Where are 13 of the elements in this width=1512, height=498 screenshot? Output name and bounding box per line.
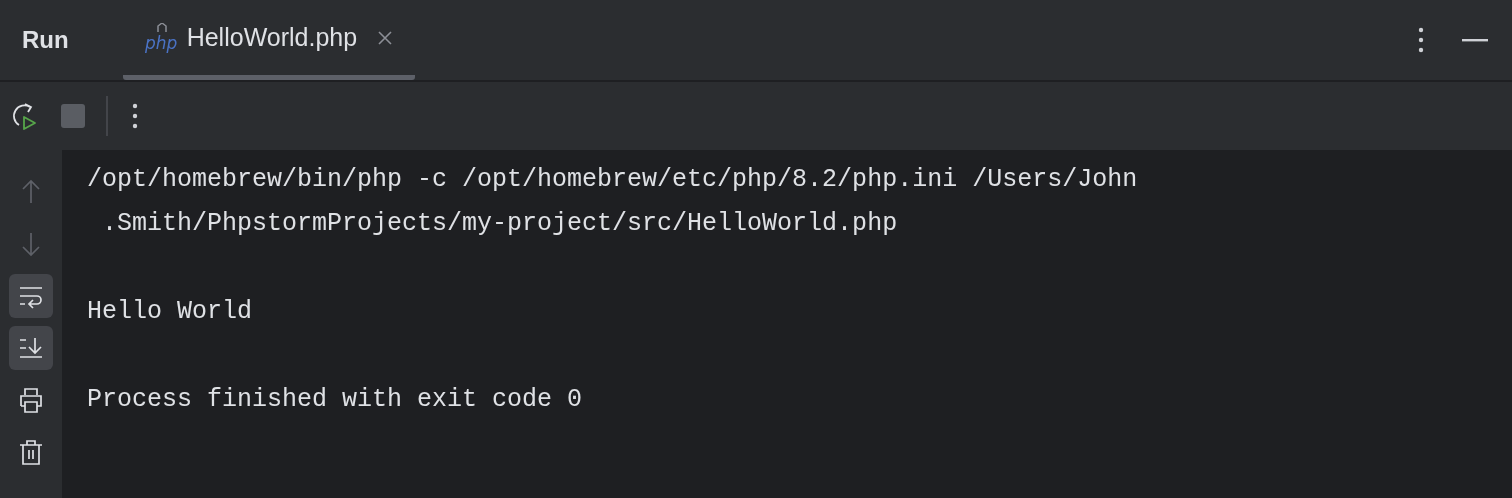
console-line: Hello World xyxy=(87,296,254,328)
more-options-icon[interactable] xyxy=(132,103,138,129)
close-icon[interactable] xyxy=(377,29,394,46)
console-line: .Smith/PhpstormProjects/my-project/src/HelloWorld.php xyxy=(101,208,899,240)
console-line: Process finished with exit code 0 xyxy=(87,384,584,416)
minimize-icon[interactable] xyxy=(1462,38,1488,42)
panel-title: Run xyxy=(22,26,69,54)
trash-icon xyxy=(17,438,45,466)
more-options-icon[interactable] xyxy=(1418,27,1424,53)
soft-wrap-button[interactable] xyxy=(9,274,53,318)
scroll-to-end-button[interactable] xyxy=(9,326,53,370)
printer-icon xyxy=(17,386,45,414)
console-line: /opt/homebrew/bin/php -c /opt/homebrew/etc/php/8.2/php.ini /Users/John xyxy=(87,164,1138,196)
